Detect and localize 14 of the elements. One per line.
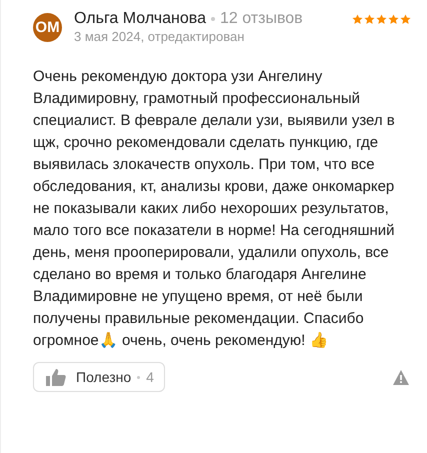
warning-icon[interactable] xyxy=(393,370,409,384)
star-icon xyxy=(388,14,399,24)
reviews-count: 12 отзывов xyxy=(220,10,303,28)
star-icon xyxy=(400,14,411,24)
star-icon xyxy=(352,14,363,24)
helpful-button[interactable]: Полезно 4 xyxy=(33,362,165,392)
avatar: ОМ xyxy=(33,13,62,42)
star-icon xyxy=(376,14,387,24)
review-text: Очень рекомендую доктора узи Ангелину Владимировну, грамотный профессиональный специалист. В феврале делали узи, выявили узел в щж, срочно рекомендовали сделать пункцию, где выявилась злокачеств опухоль. При том, что все обследования, кт, анализы крови, даже онкомаркер не показывали каких либо нехороших результатов, мало того все показатели в норме! На сегодняшний день, меня прооперировали, удалили опухоль, все сделано во время и только благодаря Ангелине Владимировне не упущено время, от неё были получены правильные рекомендации. Спасибо огромное🙏 очень, очень рекомендую! 👍 xyxy=(33,67,396,351)
review-date: 3 мая 2024, отредактирован xyxy=(74,29,246,44)
separator-dot xyxy=(211,17,215,21)
author-name[interactable]: Ольга Молчанова xyxy=(74,10,206,28)
thumbs-up-icon xyxy=(46,368,66,386)
star-icon xyxy=(364,14,375,24)
